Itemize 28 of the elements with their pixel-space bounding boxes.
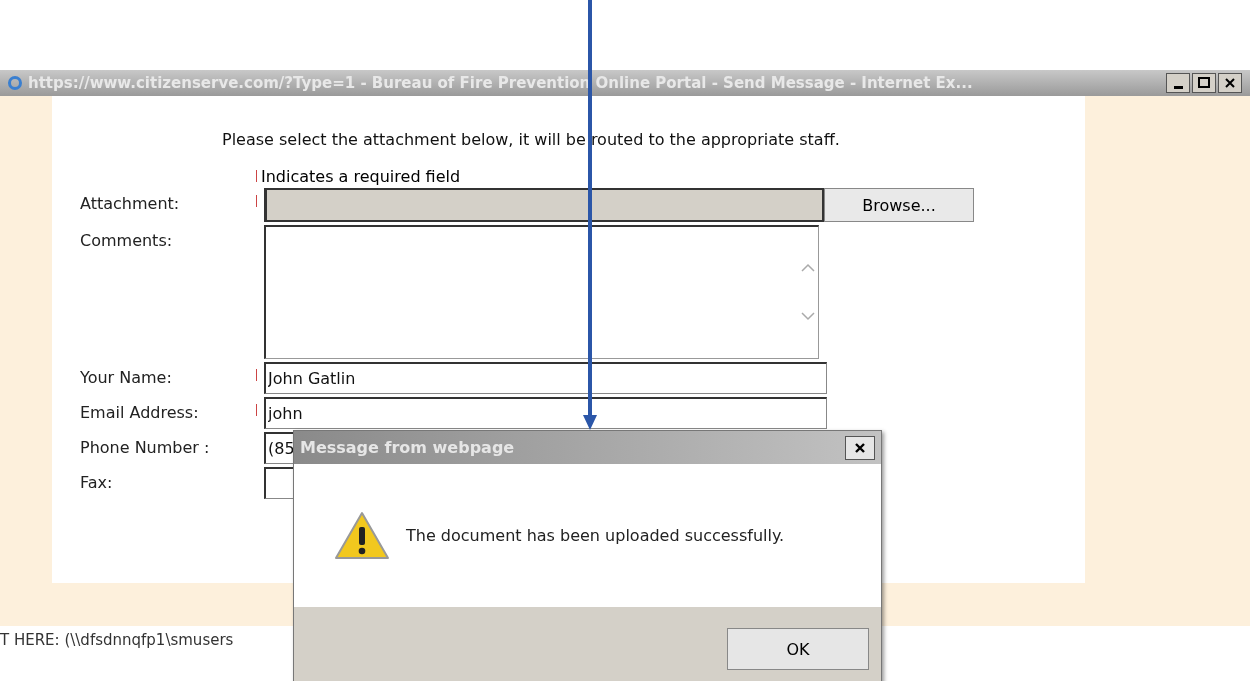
browse-button[interactable]: Browse...	[824, 188, 974, 222]
required-marker	[256, 170, 257, 182]
field-label: Attachment:	[80, 193, 181, 213]
dialog-message: The document has been uploaded successfully.	[406, 526, 785, 545]
text-field[interactable]: John Gatlin	[264, 362, 827, 394]
ok-button[interactable]: OK	[727, 628, 869, 670]
maximize-button[interactable]	[1192, 73, 1216, 93]
field-label: Phone Number :	[80, 437, 211, 457]
field-label: Fax:	[80, 472, 114, 492]
browser-icon	[8, 76, 22, 90]
close-icon	[854, 441, 866, 454]
close-icon	[1223, 77, 1237, 89]
file-field[interactable]	[264, 188, 824, 222]
required-note: Indicates a required field	[261, 166, 461, 186]
dialog-title: Message from webpage	[300, 438, 515, 457]
field-label: Your Name:	[80, 367, 173, 387]
minimize-button[interactable]	[1166, 73, 1190, 93]
close-button[interactable]	[845, 435, 875, 460]
field-label: Email Address:	[80, 402, 200, 422]
maximize-icon	[1197, 77, 1211, 89]
warning-icon	[334, 510, 390, 561]
minimize-icon	[1173, 85, 1183, 89]
window-title: https://www.citizenserve.com/?Type=1 - Bureau of Fire Prevention Online Portal - Send Message - Internet Ex...	[28, 74, 974, 92]
text-field[interactable]: john	[264, 397, 827, 429]
path-text: T HERE: (\\dfsdnnqfp1\smusers	[0, 631, 234, 649]
field-label: Comments:	[80, 230, 174, 250]
close-button[interactable]	[1218, 73, 1242, 93]
intro-text: Please select the attachment below, it will be routed to the appropriate staff.	[222, 130, 841, 149]
